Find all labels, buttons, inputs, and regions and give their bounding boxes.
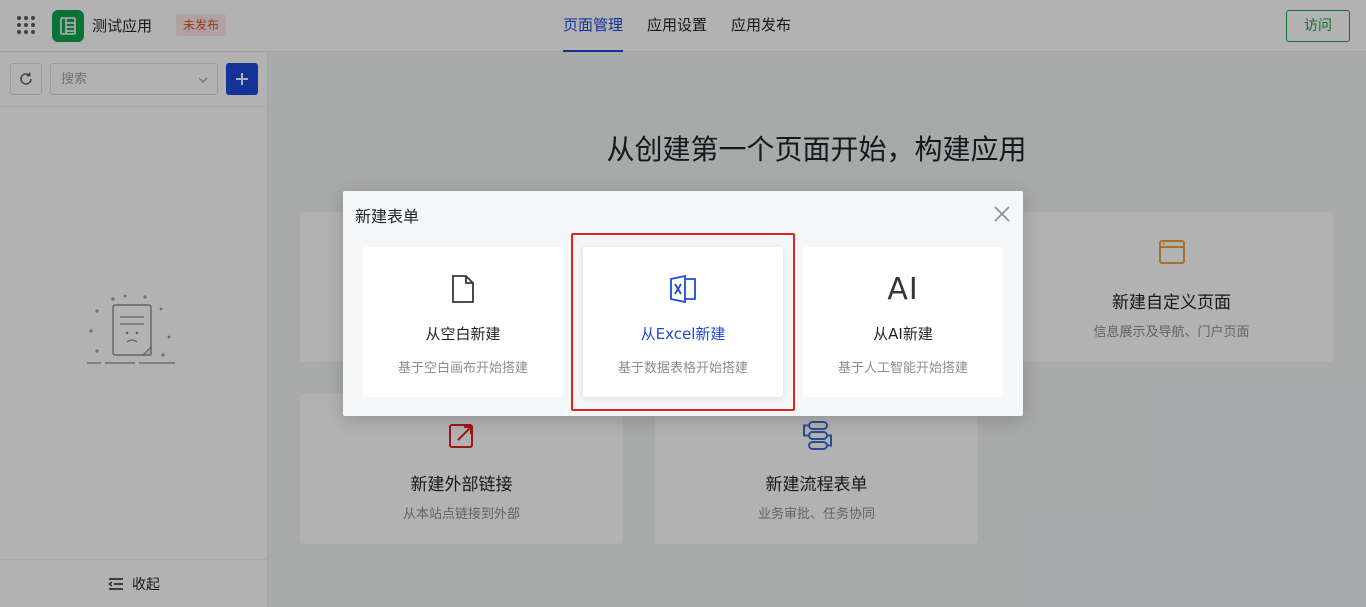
modal-title: 新建表单 bbox=[355, 207, 420, 226]
option-subtitle: 基于空白画布开始搭建 bbox=[397, 361, 528, 376]
option-blank[interactable]: 从空白新建 基于空白画布开始搭建 bbox=[363, 247, 563, 397]
option-subtitle: 基于数据表格开始搭建 bbox=[617, 361, 748, 376]
new-form-modal: 新建表单 从空白新建 基于空白画布开始搭建 从Excel新建 基于数据表格开始搭… bbox=[343, 191, 1023, 416]
ai-icon: AI bbox=[887, 271, 919, 307]
blank-document-icon bbox=[452, 275, 474, 303]
option-excel[interactable]: 从Excel新建 基于数据表格开始搭建 bbox=[583, 247, 783, 397]
option-title: 从AI新建 bbox=[873, 325, 933, 343]
option-ai[interactable]: AI 从AI新建 基于人工智能开始搭建 bbox=[803, 247, 1003, 397]
option-title: 从空白新建 bbox=[425, 325, 501, 343]
close-icon[interactable] bbox=[993, 205, 1011, 223]
option-subtitle: 基于人工智能开始搭建 bbox=[837, 361, 968, 376]
excel-icon bbox=[670, 274, 696, 304]
option-title: 从Excel新建 bbox=[640, 325, 726, 343]
